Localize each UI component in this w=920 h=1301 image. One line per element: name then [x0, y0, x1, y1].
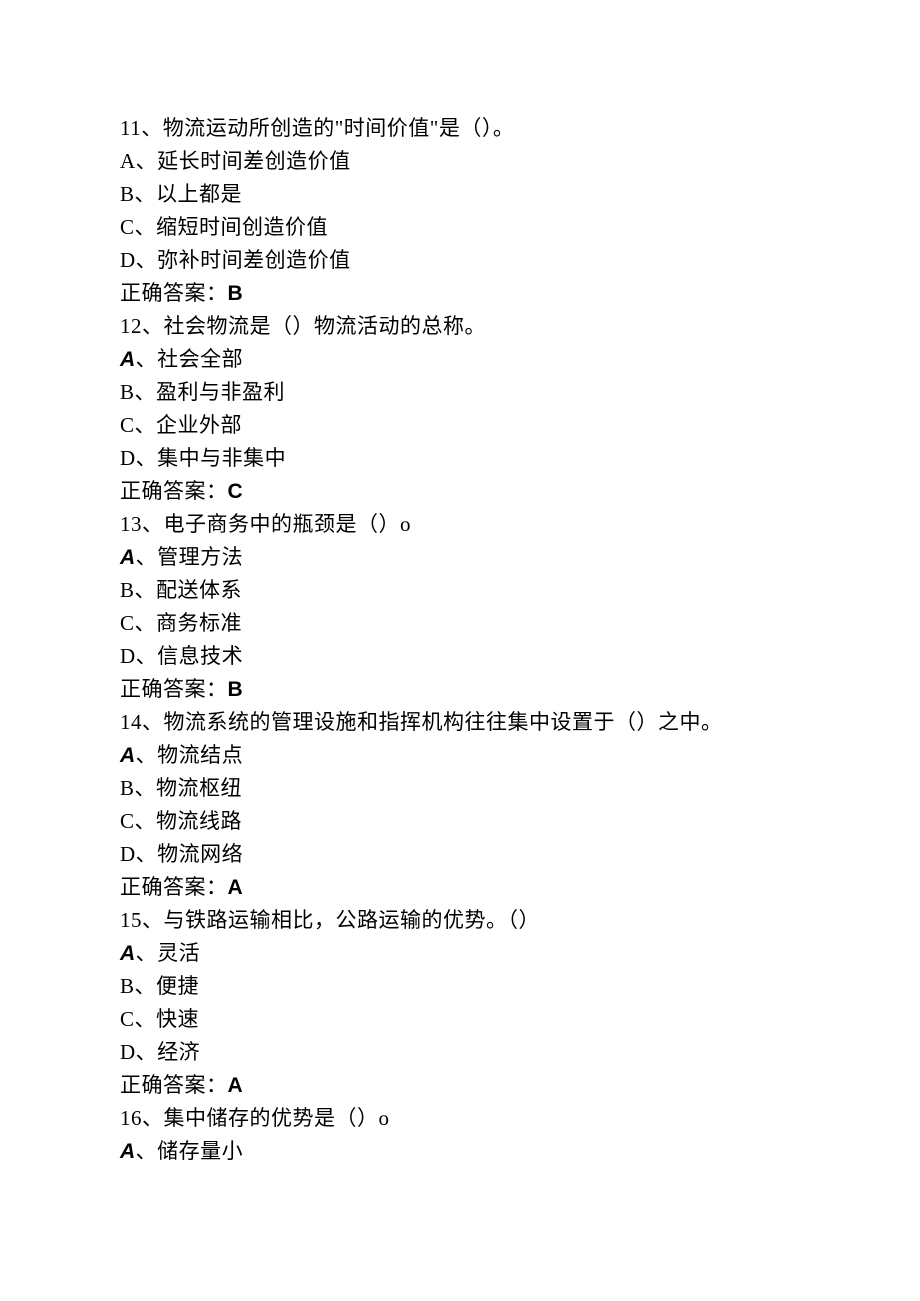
option-letter: B	[120, 578, 135, 602]
option-letter: C	[120, 413, 135, 437]
option-letter: D	[120, 842, 136, 866]
option-line: D、物流网络	[120, 838, 800, 871]
option-line: D、弥补时间差创造价值	[120, 244, 800, 277]
option-line: B、盈利与非盈利	[120, 376, 800, 409]
answer-value: A	[228, 876, 244, 899]
question-body: 、社会物流是（）物流活动的总称。	[142, 314, 486, 338]
option-text: 、集中与非集中	[136, 446, 287, 470]
answer-label: 正确答案：	[120, 677, 228, 701]
option-line: D、信息技术	[120, 640, 800, 673]
option-text: 、信息技术	[136, 644, 244, 668]
option-line: D、经济	[120, 1036, 800, 1069]
answer-value: B	[228, 282, 244, 305]
option-letter: C	[120, 611, 135, 635]
option-letter: C	[120, 215, 135, 239]
question-body: 、物流系统的管理设施和指挥机构往往集中设置于（）之中。	[142, 710, 723, 734]
option-text: 、物流枢纽	[135, 776, 243, 800]
question-text: 11、物流运动所创造的"时间价值"是（）。	[120, 112, 800, 145]
option-line: C、商务标准	[120, 607, 800, 640]
option-letter: A	[120, 942, 136, 965]
answer-value: A	[228, 1074, 244, 1097]
option-line: C、企业外部	[120, 409, 800, 442]
answer-line: 正确答案：A	[120, 871, 800, 904]
option-letter: A	[120, 1140, 136, 1163]
option-text: 、物流线路	[135, 809, 243, 833]
option-line: B、以上都是	[120, 178, 800, 211]
document-page: 11、物流运动所创造的"时间价值"是（）。A、延长时间差创造价值B、以上都是C、…	[0, 0, 920, 1301]
option-line: D、集中与非集中	[120, 442, 800, 475]
answer-line: 正确答案：C	[120, 475, 800, 508]
question-text: 14、物流系统的管理设施和指挥机构往往集中设置于（）之中。	[120, 706, 800, 739]
option-line: A、灵活	[120, 937, 800, 970]
option-line: B、配送体系	[120, 574, 800, 607]
option-line: C、快速	[120, 1003, 800, 1036]
option-text: 、缩短时间创造价值	[135, 215, 329, 239]
question-body: 、集中储存的优势是（）o	[142, 1106, 390, 1130]
option-letter: A	[120, 149, 136, 173]
question-number: 15	[120, 908, 142, 932]
answer-value: B	[228, 678, 244, 701]
question-number: 16	[120, 1106, 142, 1130]
option-text: 、商务标准	[135, 611, 243, 635]
option-line: B、物流枢纽	[120, 772, 800, 805]
option-text: 、配送体系	[135, 578, 243, 602]
option-letter: A	[120, 546, 136, 569]
question-number: 11	[120, 116, 141, 140]
option-text: 、经济	[136, 1040, 201, 1064]
option-text: 、延长时间差创造价值	[136, 149, 351, 173]
question-number: 13	[120, 512, 142, 536]
option-text: 、社会全部	[136, 347, 244, 371]
option-line: C、缩短时间创造价值	[120, 211, 800, 244]
question-text: 16、集中储存的优势是（）o	[120, 1102, 800, 1135]
option-letter: B	[120, 380, 135, 404]
answer-line: 正确答案：A	[120, 1069, 800, 1102]
option-letter: A	[120, 744, 136, 767]
option-text: 、快速	[135, 1007, 200, 1031]
option-letter: C	[120, 1007, 135, 1031]
option-text: 、物流结点	[136, 743, 244, 767]
option-line: A、延长时间差创造价值	[120, 145, 800, 178]
answer-line: 正确答案：B	[120, 277, 800, 310]
option-letter: C	[120, 809, 135, 833]
option-line: A、储存量小	[120, 1135, 800, 1168]
question-text: 13、电子商务中的瓶颈是（）o	[120, 508, 800, 541]
option-letter: D	[120, 1040, 136, 1064]
option-letter: B	[120, 182, 135, 206]
option-letter: D	[120, 446, 136, 470]
answer-line: 正确答案：B	[120, 673, 800, 706]
option-line: A、社会全部	[120, 343, 800, 376]
option-line: B、便捷	[120, 970, 800, 1003]
answer-label: 正确答案：	[120, 281, 228, 305]
option-letter: D	[120, 644, 136, 668]
question-text: 12、社会物流是（）物流活动的总称。	[120, 310, 800, 343]
option-text: 、弥补时间差创造价值	[136, 248, 351, 272]
option-text: 、储存量小	[136, 1139, 244, 1163]
option-letter: A	[120, 348, 136, 371]
option-text: 、灵活	[136, 941, 201, 965]
option-letter: B	[120, 974, 135, 998]
option-text: 、便捷	[135, 974, 200, 998]
option-line: A、管理方法	[120, 541, 800, 574]
option-letter: D	[120, 248, 136, 272]
question-body: 、电子商务中的瓶颈是（）o	[142, 512, 411, 536]
option-line: A、物流结点	[120, 739, 800, 772]
option-line: C、物流线路	[120, 805, 800, 838]
option-text: 、盈利与非盈利	[135, 380, 286, 404]
question-body: 、与铁路运输相比，公路运输的优势。（）	[142, 908, 540, 932]
question-number: 12	[120, 314, 142, 338]
option-text: 、以上都是	[135, 182, 243, 206]
option-text: 、管理方法	[136, 545, 244, 569]
option-text: 、企业外部	[135, 413, 243, 437]
question-body: 、物流运动所创造的"时间价值"是（）。	[141, 116, 514, 140]
option-text: 、物流网络	[136, 842, 244, 866]
answer-label: 正确答案：	[120, 875, 228, 899]
answer-label: 正确答案：	[120, 1073, 228, 1097]
answer-label: 正确答案：	[120, 479, 228, 503]
answer-value: C	[228, 480, 244, 503]
option-letter: B	[120, 776, 135, 800]
question-text: 15、与铁路运输相比，公路运输的优势。（）	[120, 904, 800, 937]
question-number: 14	[120, 710, 142, 734]
